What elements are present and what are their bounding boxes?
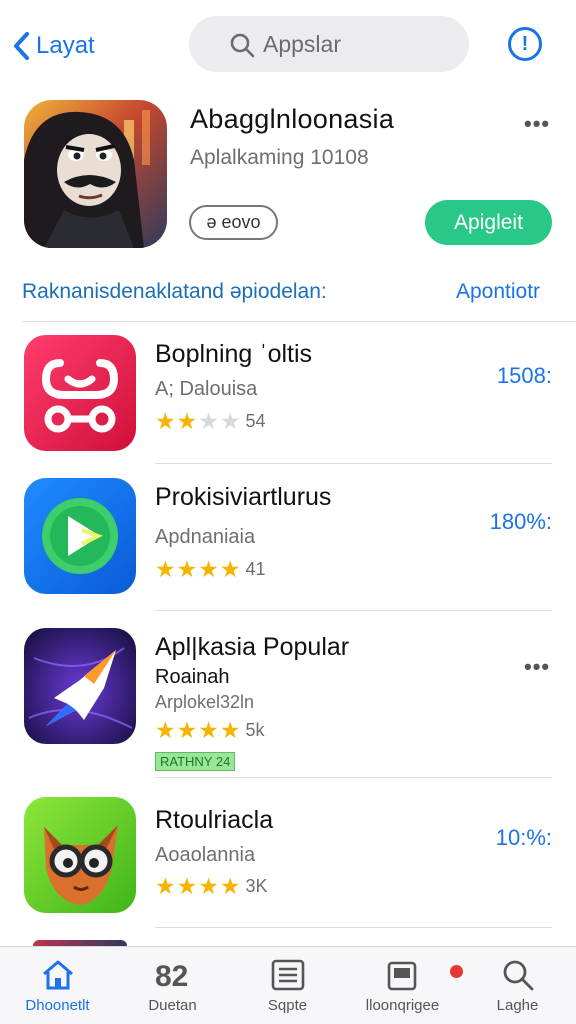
app-subtitle: Arplokel32ln	[155, 692, 255, 712]
featured-pill-button[interactable]: ə eovo	[189, 205, 278, 240]
star-icon: ★	[155, 408, 176, 434]
star-rating: ★ ★ ★ ★ 54	[155, 410, 266, 433]
app-name: Prokisiviartlurus	[155, 483, 332, 511]
info-button[interactable]: !	[508, 27, 542, 61]
star-rating: ★ ★ ★ ★ 3K	[155, 875, 268, 898]
divider	[155, 463, 552, 464]
tab-label: Duetan	[148, 997, 197, 1014]
star-icon: ★	[198, 717, 219, 743]
chevron-left-icon	[14, 32, 29, 60]
tab-bar: Dhoonetlt 82 Duetan Sqpte lloonqrigee La…	[0, 946, 576, 1024]
star-rating: ★ ★ ★ ★ 5k	[155, 719, 265, 742]
list-item[interactable]: Rtoulriacla Aoaolannia ★ ★ ★ ★ 3K 10:%:	[0, 797, 576, 922]
section-see-all-link[interactable]: Apontiotr	[456, 280, 540, 304]
star-icon: ★	[198, 408, 219, 434]
app-name: Rtoulriacla	[155, 806, 274, 834]
app-icon-1[interactable]	[24, 335, 136, 451]
featured-app-subtitle: Aplalkaming 10108	[190, 146, 369, 169]
app-icon-4[interactable]	[24, 797, 136, 913]
tab-updates[interactable]: lloonqrigee	[345, 947, 463, 1024]
app-name: Boplning ˈoltis	[155, 340, 313, 368]
featured-get-button[interactable]: Apigleit	[425, 200, 552, 245]
section-title: Raknanisdenaklatand əpiodelan:	[22, 280, 327, 303]
updates-icon	[387, 961, 416, 991]
tab-search[interactable]: Laghe	[460, 947, 575, 1024]
home-icon	[42, 960, 73, 990]
star-icon: ★	[198, 556, 219, 582]
app-price-button[interactable]: 10:%:	[496, 825, 552, 851]
star-icon: ★	[176, 717, 198, 743]
star-icon: ★	[155, 717, 176, 743]
divider	[22, 321, 576, 322]
star-icon: ★	[176, 408, 198, 434]
tab-games[interactable]: 82 Duetan	[115, 947, 230, 1024]
tab-label: Laghe	[496, 997, 539, 1014]
list-item[interactable]: Apl|kasia Popular Roainah Arplokel32ln ★…	[0, 628, 576, 773]
list-item[interactable]: Boplning ˈoltis A; Dalouisa ★ ★ ★ ★ 54 1…	[0, 335, 576, 465]
list-item[interactable]: Prokisiviartlurus Apdnaniaia ★ ★ ★ ★ 41 …	[0, 478, 576, 608]
star-icon: ★	[219, 873, 241, 899]
app-price-button[interactable]: 1508:	[497, 363, 552, 389]
search-icon	[503, 960, 533, 991]
app-category: Apdnaniaia	[155, 526, 256, 548]
star-icon: ★	[176, 556, 198, 582]
search-icon	[230, 33, 255, 58]
app-icon-2[interactable]	[24, 478, 136, 594]
star-icon: ★	[219, 556, 241, 582]
more-options-icon[interactable]: •••	[524, 654, 550, 680]
app-icon-3[interactable]	[24, 628, 136, 744]
app-category: A; Dalouisa	[155, 378, 258, 400]
featured-app-icon[interactable]	[24, 100, 167, 248]
back-label: Layat	[36, 32, 95, 59]
rating-count: 41	[245, 559, 266, 579]
star-icon: ★	[155, 873, 176, 899]
featured-more-icon[interactable]: •••	[524, 111, 550, 137]
divider	[155, 927, 552, 928]
tab-today[interactable]: Dhoonetlt	[0, 947, 115, 1024]
svg-text:82: 82	[155, 960, 188, 992]
divider	[155, 610, 552, 611]
app-price-button[interactable]: 180%:	[490, 509, 552, 535]
tab-label: Sqpte	[267, 997, 308, 1014]
games-icon: 82	[155, 960, 188, 992]
tab-label: Dhoonetlt	[25, 997, 90, 1014]
tab-apps[interactable]: Sqpte	[230, 947, 345, 1024]
app-category: Roainah	[155, 666, 230, 688]
rating-count: 5k	[245, 720, 265, 740]
tab-label: lloonqrigee	[365, 997, 440, 1014]
star-rating: ★ ★ ★ ★ 41	[155, 558, 266, 581]
search-field[interactable]: Appslar	[189, 16, 469, 72]
star-icon: ★	[198, 873, 219, 899]
star-icon: ★	[176, 873, 198, 899]
top-bar: Layat Appslar !	[0, 0, 576, 90]
app-category: Aoaolannia	[155, 844, 256, 866]
back-button[interactable]: Layat	[12, 26, 95, 66]
star-icon: ★	[155, 556, 176, 582]
featured-app-title: Abagglnloonasia	[190, 104, 395, 134]
app-name: Apl|kasia Popular	[155, 633, 350, 661]
info-icon: !	[521, 32, 529, 55]
divider	[155, 777, 552, 778]
rating-count: 54	[245, 411, 266, 431]
search-placeholder: Appslar	[263, 30, 341, 57]
list-icon	[271, 959, 304, 991]
star-icon: ★	[219, 717, 241, 743]
star-icon: ★	[219, 408, 241, 434]
rating-count: 3K	[245, 876, 268, 896]
rating-badge: RATHNY 24	[155, 752, 236, 771]
